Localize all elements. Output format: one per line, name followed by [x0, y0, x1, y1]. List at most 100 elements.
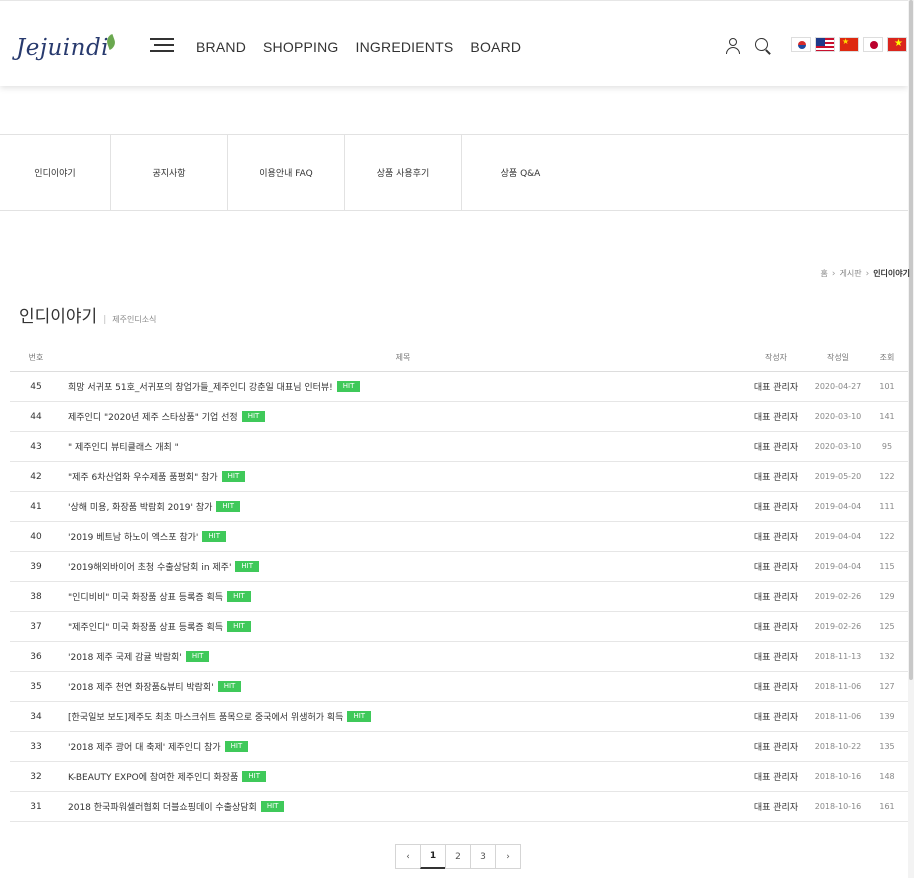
row-date: 2018-11-06 — [814, 712, 862, 721]
table-row[interactable]: 31 2018 한국파워셀러협회 더블쇼핑데이 수출상담회 HIT 대표 관리자 201… — [10, 792, 908, 822]
table-row[interactable]: 43 " 제주인디 뷰티클래스 개최 " 대표 관리자 2020-03-10 95 — [10, 432, 908, 462]
vietnam-flag-icon[interactable] — [887, 37, 907, 52]
tab-qna[interactable]: 상품 Q&A — [462, 135, 579, 210]
row-date: 2019-04-04 — [814, 562, 862, 571]
row-subject-link[interactable]: '2018 제주 국제 감귤 박람회' — [68, 650, 182, 663]
row-writer: 대표 관리자 — [753, 623, 799, 633]
page-2-button[interactable]: 2 — [445, 844, 471, 869]
row-hits: 161 — [879, 802, 895, 811]
scrollbar-thumb[interactable] — [909, 0, 913, 680]
hit-badge: HIT — [224, 741, 249, 752]
table-row[interactable]: 34 [한국일보 보도]제주도 최초 마스크쉬트 품목으로 중국에서 위생허가 획… — [10, 702, 908, 732]
row-subject-link[interactable]: [한국일보 보도]제주도 최초 마스크쉬트 품목으로 중국에서 위생허가 획득 — [68, 710, 343, 723]
china-flag-icon[interactable] — [839, 37, 859, 52]
row-writer: 대표 관리자 — [753, 443, 799, 453]
table-row[interactable]: 41 '상해 미용, 화장품 박람회 2019' 참가 HIT 대표 관리자 2019-… — [10, 492, 908, 522]
hit-badge: HIT — [347, 711, 372, 722]
row-writer: 대표 관리자 — [753, 713, 799, 723]
row-writer: 대표 관리자 — [753, 743, 799, 753]
page-scrollbar[interactable] — [908, 0, 914, 878]
table-row[interactable]: 42 "제주 6차산업화 우수제품 품평회" 참가 HIT 대표 관리자 2019-05… — [10, 462, 908, 492]
row-number: 41 — [30, 501, 42, 512]
row-subject[interactable]: "제주 6차산업화 우수제품 품평회" 참가 HIT — [68, 462, 738, 491]
row-subject[interactable]: '상해 미용, 화장품 박람회 2019' 참가 HIT — [68, 492, 738, 521]
table-row[interactable]: 33 '2018 제주 광어 대 축제' 제주인디 참가 HIT 대표 관리자 2018… — [10, 732, 908, 762]
tab-faq[interactable]: 이용안내 FAQ — [228, 135, 345, 210]
row-number: 36 — [30, 651, 42, 662]
row-number: 33 — [30, 741, 42, 752]
row-subject[interactable]: "제주인디" 미국 화장품 상표 등록증 획득 HIT — [68, 612, 738, 641]
table-row[interactable]: 37 "제주인디" 미국 화장품 상표 등록증 획득 HIT 대표 관리자 2019-0… — [10, 612, 908, 642]
row-subject[interactable]: 2018 한국파워셀러협회 더블쇼핑데이 수출상담회 HIT — [68, 792, 738, 821]
row-subject-link[interactable]: 희망 서귀포 51호_서귀포의 창업가들_제주인디 강춘일 대표님 인터뷰! — [68, 380, 333, 393]
row-subject-link[interactable]: '상해 미용, 화장품 박람회 2019' 참가 — [68, 500, 212, 513]
header-no: 번호 — [28, 352, 44, 362]
row-date: 2019-02-26 — [814, 622, 862, 631]
row-subject[interactable]: K-BEAUTY EXPO에 참여한 제주인디 화장품 HIT — [68, 762, 738, 791]
hit-badge: HIT — [227, 591, 251, 602]
hit-badge: HIT — [185, 651, 210, 662]
row-subject-link[interactable]: "제주 6차산업화 우수제품 품평회" 참가 — [68, 470, 218, 483]
prev-page-button[interactable]: ‹ — [395, 844, 421, 869]
table-row[interactable]: 32 K-BEAUTY EXPO에 참여한 제주인디 화장품 HIT 대표 관리자 20… — [10, 762, 908, 792]
row-writer: 대표 관리자 — [753, 473, 799, 483]
chevron-right-icon: › — [831, 268, 836, 279]
page-title: 인디이야기 — [19, 307, 98, 327]
menu-icon[interactable] — [150, 38, 174, 52]
row-subject[interactable]: '2019 베트남 하노이 엑스포 참가' HIT — [68, 522, 738, 551]
search-icon[interactable] — [754, 37, 772, 55]
row-writer: 대표 관리자 — [753, 683, 799, 693]
table-row[interactable]: 44 제주인디 "2020년 제주 스타상품" 기업 선정 HIT 대표 관리자 202… — [10, 402, 908, 432]
user-icon[interactable] — [724, 37, 742, 55]
site-header: Jejuindi BRAND SHOPPING INGREDIENTS BOAR… — [0, 0, 908, 86]
row-subject[interactable]: 제주인디 "2020년 제주 스타상품" 기업 선정 HIT — [68, 402, 738, 431]
row-subject[interactable]: [한국일보 보도]제주도 최초 마스크쉬트 품목으로 중국에서 위생허가 획득 H… — [68, 702, 738, 731]
breadcrumb-home[interactable]: 홈 — [821, 268, 828, 279]
row-subject[interactable]: '2018 제주 천연 화장품&뷰티 박람회' HIT — [68, 672, 738, 701]
korean-flag-icon[interactable] — [791, 37, 811, 52]
row-subject[interactable]: " 제주인디 뷰티클래스 개최 " — [68, 432, 738, 461]
next-page-button[interactable]: › — [495, 844, 521, 869]
row-subject-link[interactable]: '2018 제주 천연 화장품&뷰티 박람회' — [68, 680, 214, 693]
row-subject-link[interactable]: 2018 한국파워셀러협회 더블쇼핑데이 수출상담회 — [68, 800, 257, 813]
row-hits: 111 — [879, 502, 895, 511]
row-subject-link[interactable]: K-BEAUTY EXPO에 참여한 제주인디 화장품 — [68, 770, 238, 783]
row-subject-link[interactable]: "제주인디" 미국 화장품 상표 등록증 획득 — [68, 620, 223, 633]
header-hits: 조회 — [879, 352, 895, 362]
row-subject-link[interactable]: 제주인디 "2020년 제주 스타상품" 기업 선정 — [68, 410, 238, 423]
table-row[interactable]: 45 희망 서귀포 51호_서귀포의 창업가들_제주인디 강춘일 대표님 인터뷰!… — [10, 372, 908, 402]
logo-text: Jejuindi — [16, 35, 110, 61]
row-subject[interactable]: '2019해외바이어 초청 수출상담회 in 제주' HIT — [68, 552, 738, 581]
row-subject-link[interactable]: '2018 제주 광어 대 축제' 제주인디 참가 — [68, 740, 221, 753]
us-flag-icon[interactable] — [815, 37, 835, 52]
row-date: 2019-04-04 — [814, 502, 862, 511]
logo[interactable]: Jejuindi — [16, 34, 118, 61]
tab-indi-story[interactable]: 인디이야기 — [0, 135, 111, 210]
nav-ingredients[interactable]: INGREDIENTS — [356, 39, 454, 55]
row-subject[interactable]: '2018 제주 국제 감귤 박람회' HIT — [68, 642, 738, 671]
row-subject[interactable]: '2018 제주 광어 대 축제' 제주인디 참가 HIT — [68, 732, 738, 761]
table-row[interactable]: 35 '2018 제주 천연 화장품&뷰티 박람회' HIT 대표 관리자 2018-1… — [10, 672, 908, 702]
row-subject[interactable]: 희망 서귀포 51호_서귀포의 창업가들_제주인디 강춘일 대표님 인터뷰! HI… — [68, 372, 738, 401]
row-subject-link[interactable]: "인디비비" 미국 화장품 상표 등록증 획득 — [68, 590, 223, 603]
row-subject-link[interactable]: '2019해외바이어 초청 수출상담회 in 제주' — [68, 560, 231, 573]
page-1-button[interactable]: 1 — [420, 844, 446, 869]
table-row[interactable]: 39 '2019해외바이어 초청 수출상담회 in 제주' HIT 대표 관리자 201… — [10, 552, 908, 582]
row-subject-link[interactable]: " 제주인디 뷰티클래스 개최 " — [68, 440, 179, 453]
tab-notice[interactable]: 공지사항 — [111, 135, 228, 210]
table-row[interactable]: 40 '2019 베트남 하노이 엑스포 참가' HIT 대표 관리자 2019-04-… — [10, 522, 908, 552]
row-subject-link[interactable]: '2019 베트남 하노이 엑스포 참가' — [68, 530, 198, 543]
japan-flag-icon[interactable] — [863, 37, 883, 52]
breadcrumb-board[interactable]: 게시판 — [839, 268, 861, 279]
nav-shopping[interactable]: SHOPPING — [263, 39, 339, 55]
row-number: 42 — [30, 471, 42, 482]
row-subject[interactable]: "인디비비" 미국 화장품 상표 등록증 획득 HIT — [68, 582, 738, 611]
table-row[interactable]: 36 '2018 제주 국제 감귤 박람회' HIT 대표 관리자 2018-11-13… — [10, 642, 908, 672]
header-writer: 작성자 — [764, 352, 788, 362]
nav-board[interactable]: BOARD — [470, 39, 521, 55]
row-writer: 대표 관리자 — [753, 383, 799, 393]
page-3-button[interactable]: 3 — [470, 844, 496, 869]
table-row[interactable]: 38 "인디비비" 미국 화장품 상표 등록증 획득 HIT 대표 관리자 2019-0… — [10, 582, 908, 612]
tab-reviews[interactable]: 상품 사용후기 — [345, 135, 462, 210]
nav-brand[interactable]: BRAND — [196, 39, 246, 55]
